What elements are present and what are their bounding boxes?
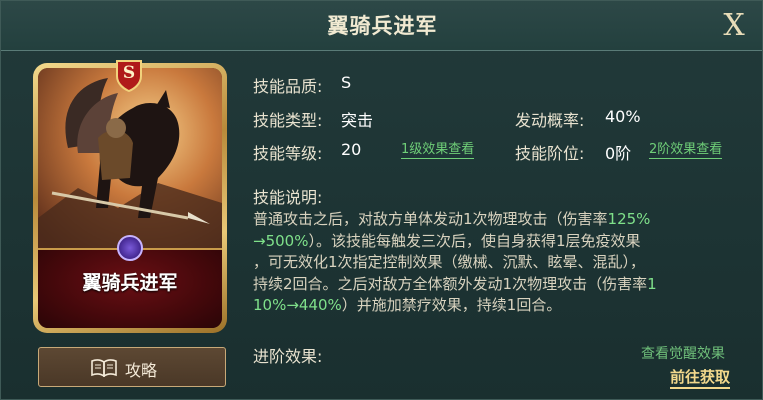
skill-card: 翼骑兵进军 <box>33 63 227 333</box>
panel-title: 翼骑兵进军 <box>327 14 438 38</box>
guide-button[interactable]: 攻略 <box>38 347 226 387</box>
chance-value: 40% <box>605 107 641 126</box>
skill-description: 普通攻击之后，对敌方单体发动1次物理攻击（伤害率125% →500%）。该技能每… <box>253 209 748 317</box>
book-icon <box>91 359 117 377</box>
tier-value: 0阶 <box>605 144 632 163</box>
grade-badge: S <box>114 58 144 93</box>
cavalry-artwork <box>38 68 222 253</box>
type-label: 技能类型: <box>253 111 323 130</box>
assault-type-icon <box>117 235 143 261</box>
grade-letter: S <box>122 63 136 83</box>
type-value: 突击 <box>341 111 374 130</box>
desc-line: 持续2回合。之后对敌方全体额外发动1次物理攻击（伤害率1 <box>253 274 657 293</box>
desc-line: →500%）。该技能每触发三次后，使自身获得1层免疫效果 <box>253 231 641 250</box>
desc-line: 10%→440%）并施加禁疗效果，持续1回合。 <box>253 296 562 314</box>
desc-line: ，可无效化1次指定控制效果（缴械、沉默、眩晕、混乱）， <box>253 253 646 271</box>
tier2-effect-link[interactable]: 2阶效果查看 <box>649 142 723 159</box>
level-label: 技能等级: <box>253 144 323 163</box>
level1-effect-link[interactable]: 1级效果查看 <box>401 142 475 159</box>
guide-button-label: 攻略 <box>125 361 158 380</box>
quality-label: 技能品质: <box>253 77 323 96</box>
view-awaken-effect-link[interactable]: 查看觉醒效果 <box>641 343 725 363</box>
go-obtain-link[interactable]: 前往获取 <box>670 367 731 389</box>
chance-label: 发动概率: <box>515 111 585 130</box>
skill-detail-panel: 翼骑兵进军 X 翼骑兵进军 S 攻略 技能品质: S 技能类型: 突击 发动概率… <box>0 0 763 400</box>
skill-card-inner: 翼骑兵进军 <box>38 68 222 328</box>
desc-line: 普通攻击之后，对敌方单体发动1次物理攻击（伤害率125% <box>253 210 651 228</box>
level-value: 20 <box>341 140 362 159</box>
card-name: 翼骑兵进军 <box>82 272 178 294</box>
description-label: 技能说明: <box>253 188 323 207</box>
quality-value: S <box>341 73 352 92</box>
close-button[interactable]: X <box>714 7 754 45</box>
advance-effect-label: 进阶效果: <box>253 347 323 366</box>
tier-label: 技能阶位: <box>515 144 585 163</box>
